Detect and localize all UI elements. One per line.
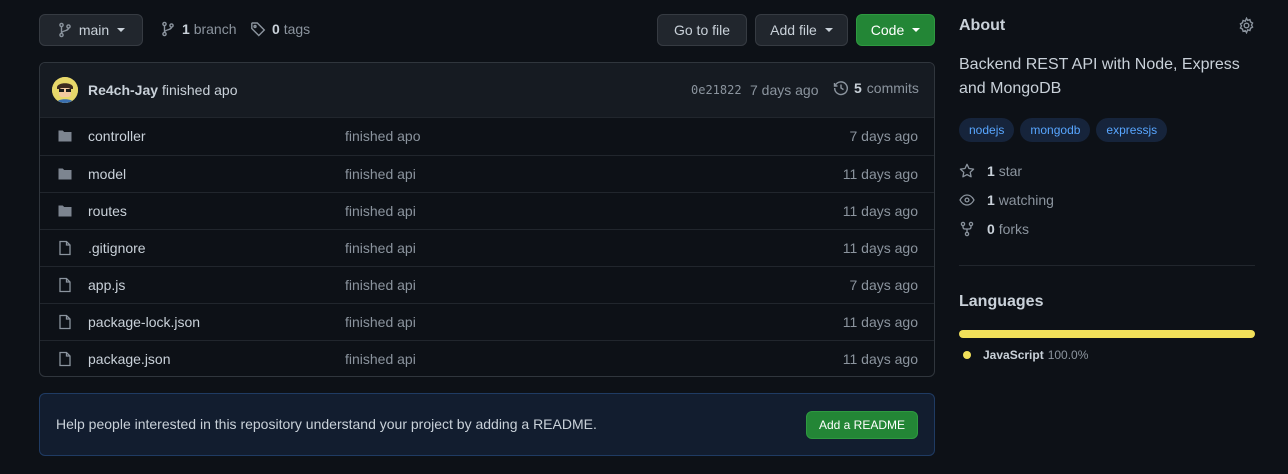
file-rows: controller finished apo 7 days ago model fin… bbox=[40, 118, 934, 376]
commit-author-link[interactable]: Re4ch-Jay bbox=[88, 82, 158, 98]
commit-age: 7 days ago bbox=[750, 82, 819, 98]
file-name-link[interactable]: app.js bbox=[88, 277, 125, 293]
file-row[interactable]: package-lock.json finished api 11 days ago bbox=[40, 303, 934, 340]
chevron-down-icon bbox=[912, 28, 921, 32]
star-count: 1 bbox=[987, 163, 995, 179]
commit-message-link[interactable]: finished apo bbox=[162, 82, 238, 98]
file-commit-message-link[interactable]: finished api bbox=[345, 166, 416, 182]
commit-count: 5 bbox=[854, 80, 862, 96]
file-row[interactable]: controller finished apo 7 days ago bbox=[40, 118, 934, 155]
file-name-link[interactable]: routes bbox=[88, 203, 127, 219]
latest-commit-bar: Re4ch-Jay finished apo 0e21822 7 days ag… bbox=[40, 63, 934, 118]
file-commit-age: 11 days ago bbox=[842, 314, 918, 330]
file-name-link[interactable]: package-lock.json bbox=[88, 314, 200, 330]
chevron-down-icon bbox=[824, 28, 833, 32]
avatar[interactable] bbox=[52, 77, 78, 103]
branch-word: branch bbox=[193, 21, 237, 37]
folder-icon bbox=[57, 166, 73, 182]
branches-link[interactable]: 1 branch bbox=[160, 21, 237, 37]
readme-banner-text: Help people interested in this repositor… bbox=[56, 416, 597, 432]
file-commit-age: 7 days ago bbox=[849, 277, 919, 293]
repo-description: Backend REST API with Node, Express and … bbox=[959, 56, 1240, 97]
file-icon bbox=[57, 351, 73, 367]
chevron-down-icon bbox=[117, 28, 126, 32]
file-commit-message-link[interactable]: finished apo bbox=[345, 128, 421, 144]
file-commit-age: 11 days ago bbox=[842, 166, 918, 182]
eye-icon bbox=[959, 192, 975, 208]
tags-link[interactable]: 0 tags bbox=[250, 21, 310, 37]
file-commit-message-link[interactable]: finished api bbox=[345, 314, 416, 330]
file-commit-message-link[interactable]: finished api bbox=[345, 277, 416, 293]
file-row[interactable]: .gitignore finished api 11 days ago bbox=[40, 229, 934, 266]
file-commit-age: 7 days ago bbox=[849, 128, 919, 144]
file-commit-message-link[interactable]: finished api bbox=[345, 351, 416, 367]
about-heading: About bbox=[959, 17, 1006, 34]
sidebar-divider bbox=[959, 265, 1255, 266]
file-row[interactable]: model finished api 11 days ago bbox=[40, 155, 934, 192]
folder-icon bbox=[57, 203, 73, 219]
file-name-link[interactable]: .gitignore bbox=[88, 240, 146, 256]
file-row[interactable]: routes finished api 11 days ago bbox=[40, 192, 934, 229]
git-branch-icon bbox=[57, 22, 73, 38]
file-list-box: Re4ch-Jay finished apo 0e21822 7 days ag… bbox=[39, 62, 935, 377]
file-row[interactable]: package.json finished api 11 days ago bbox=[40, 340, 934, 376]
tag-count: 0 bbox=[272, 21, 280, 37]
commit-count-word: commits bbox=[866, 80, 919, 96]
tag-word: tags bbox=[283, 21, 311, 37]
commits-history-link[interactable]: 5 commits bbox=[833, 80, 919, 96]
fork-count: 0 bbox=[987, 221, 995, 237]
topics-list: nodejs mongodb expressjs bbox=[959, 118, 1168, 142]
star-label: star bbox=[998, 163, 1023, 179]
forks-link[interactable]: 0 forks bbox=[959, 221, 1029, 237]
file-commit-message-link[interactable]: finished api bbox=[345, 203, 416, 219]
branch-label: main bbox=[78, 22, 110, 38]
language-item-javascript[interactable]: JavaScript 100.0% bbox=[963, 348, 1088, 362]
languages-heading: Languages bbox=[959, 293, 1044, 310]
add-readme-button[interactable]: Add a README bbox=[805, 411, 918, 439]
file-commit-message-link[interactable]: finished api bbox=[345, 240, 416, 256]
language-bar bbox=[959, 330, 1255, 338]
go-to-file-label: Go to file bbox=[673, 22, 731, 38]
language-color-dot bbox=[963, 351, 971, 359]
file-commit-age: 11 days ago bbox=[842, 240, 918, 256]
file-row[interactable]: app.js finished api 7 days ago bbox=[40, 266, 934, 303]
file-commit-age: 11 days ago bbox=[842, 351, 918, 367]
fork-icon bbox=[959, 221, 975, 237]
topic-tag[interactable]: mongodb bbox=[1020, 118, 1091, 142]
language-name: JavaScript bbox=[983, 348, 1044, 362]
branch-count: 1 bbox=[182, 21, 190, 37]
file-icon bbox=[57, 314, 73, 330]
fork-label: forks bbox=[998, 221, 1030, 237]
star-icon bbox=[959, 163, 975, 179]
readme-banner: Help people interested in this repositor… bbox=[39, 393, 935, 456]
folder-icon bbox=[57, 128, 73, 144]
file-name-link[interactable]: controller bbox=[88, 128, 146, 144]
stars-link[interactable]: 1 star bbox=[959, 163, 1022, 179]
file-icon bbox=[57, 277, 73, 293]
git-branch-icon bbox=[160, 21, 176, 37]
watchers-link[interactable]: 1 watching bbox=[959, 192, 1054, 208]
file-icon bbox=[57, 240, 73, 256]
file-name-link[interactable]: model bbox=[88, 166, 126, 182]
language-percent: 100.0% bbox=[1047, 348, 1089, 362]
code-label: Code bbox=[870, 22, 905, 38]
gear-icon[interactable] bbox=[1238, 17, 1255, 34]
add-file-label: Add file bbox=[770, 22, 817, 38]
history-icon bbox=[833, 80, 849, 96]
file-commit-age: 11 days ago bbox=[842, 203, 918, 219]
tag-icon bbox=[250, 21, 266, 37]
watching-count: 1 bbox=[987, 192, 995, 208]
watching-label: watching bbox=[998, 192, 1054, 208]
topic-tag[interactable]: expressjs bbox=[1096, 118, 1168, 142]
go-to-file-button[interactable]: Go to file bbox=[657, 14, 747, 46]
code-button[interactable]: Code bbox=[856, 14, 935, 46]
file-name-link[interactable]: package.json bbox=[88, 351, 171, 367]
language-bar-javascript bbox=[959, 330, 1255, 338]
branch-select-button[interactable]: main bbox=[39, 14, 143, 46]
add-file-button[interactable]: Add file bbox=[755, 14, 848, 46]
topic-tag[interactable]: nodejs bbox=[959, 118, 1015, 142]
add-readme-label: Add a README bbox=[818, 418, 905, 432]
commit-sha-link[interactable]: 0e21822 bbox=[691, 83, 742, 97]
